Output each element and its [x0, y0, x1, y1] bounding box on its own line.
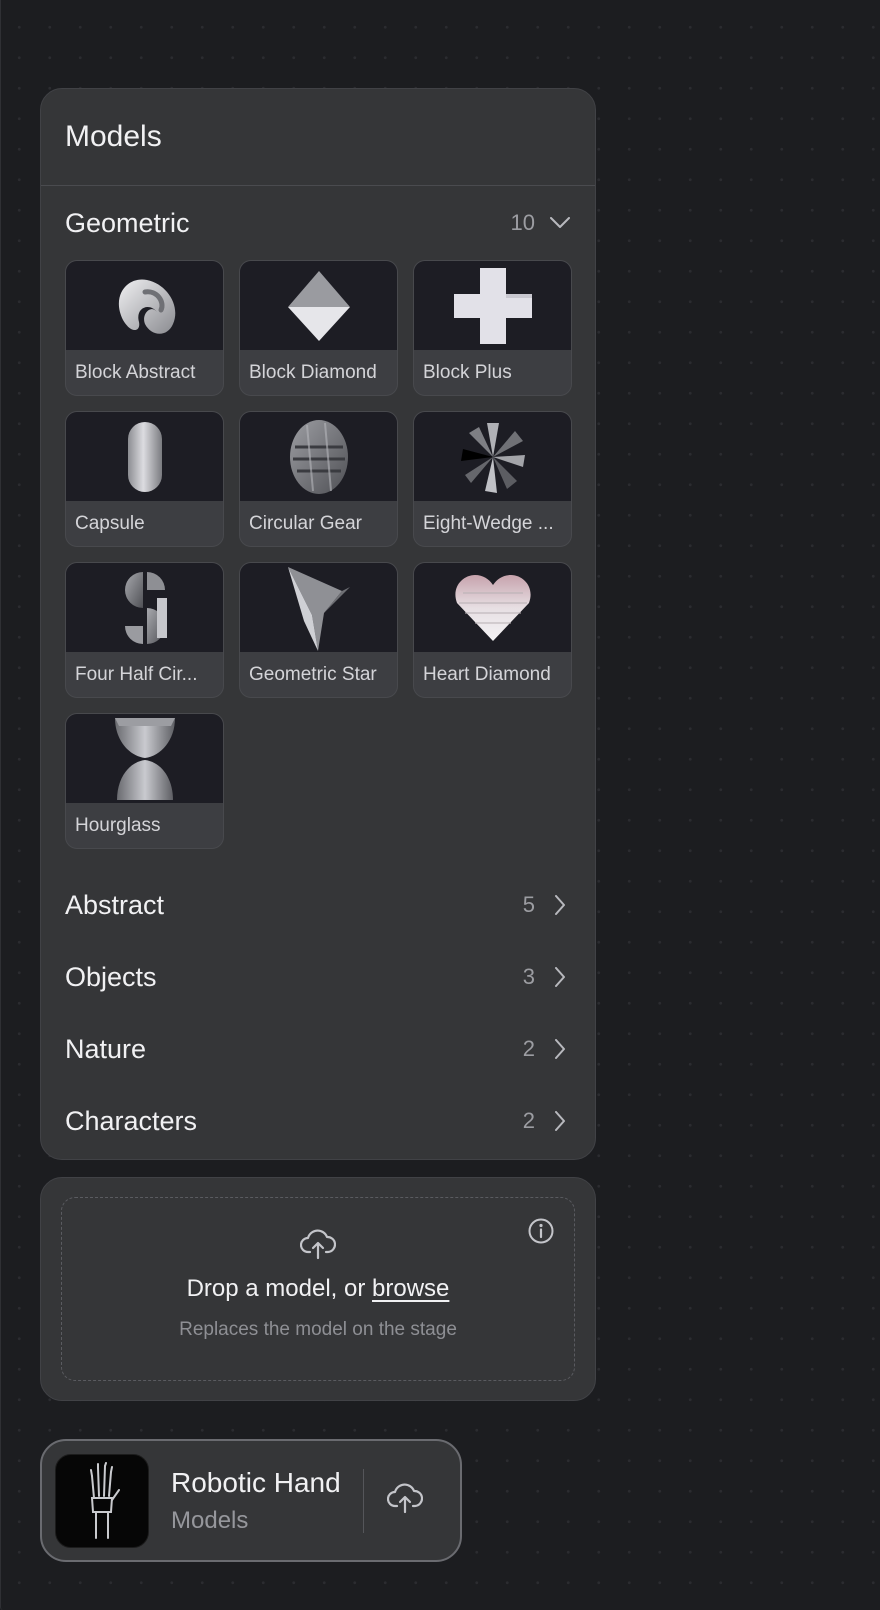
- category-name: Objects: [65, 961, 157, 992]
- model-card-geometric-star[interactable]: Geometric Star: [239, 562, 398, 698]
- model-thumbnail: [414, 563, 571, 652]
- current-model-category: Models: [171, 1506, 249, 1534]
- model-thumbnail: [414, 412, 571, 501]
- upload-button[interactable]: [364, 1460, 446, 1542]
- category-abstract[interactable]: Abstract 5: [41, 869, 595, 941]
- category-geometric[interactable]: Geometric 10: [41, 186, 595, 260]
- model-card-eight-wedge[interactable]: Eight-Wedge ...: [413, 411, 572, 547]
- drop-zone[interactable]: Drop a model, or browse Replaces the mod…: [61, 1197, 575, 1381]
- drop-text: Drop a model, or: [186, 1275, 373, 1302]
- category-count: 2: [522, 1036, 535, 1061]
- cloud-upload-icon: [299, 1228, 337, 1265]
- chevron-right-icon[interactable]: [549, 894, 571, 916]
- category-count: 2: [522, 1108, 535, 1133]
- category-characters[interactable]: Characters 2: [41, 1085, 595, 1157]
- model-card-hourglass[interactable]: Hourglass: [65, 713, 224, 849]
- model-card-four-half-circles[interactable]: Four Half Cir...: [65, 562, 224, 698]
- current-model-info: Robotic Hand Models: [171, 1467, 363, 1535]
- chevron-right-icon[interactable]: [549, 1110, 571, 1132]
- model-label: Geometric Star: [249, 664, 377, 685]
- model-thumbnail: [414, 261, 571, 350]
- model-label: Block Abstract: [75, 362, 196, 383]
- category-count: 5: [522, 892, 535, 917]
- model-label: Block Plus: [423, 362, 512, 383]
- browse-link[interactable]: browse: [372, 1275, 449, 1302]
- chevron-right-icon[interactable]: [549, 1038, 571, 1060]
- category-objects[interactable]: Objects 3: [41, 941, 595, 1013]
- info-icon[interactable]: [527, 1217, 555, 1245]
- window-edge: [0, 0, 3, 1610]
- model-thumbnail: [240, 261, 397, 350]
- model-thumbnail: [66, 412, 223, 501]
- panel-title: Models: [65, 120, 162, 153]
- chevron-right-icon[interactable]: [549, 966, 571, 988]
- current-model-card[interactable]: Robotic Hand Models: [40, 1439, 462, 1562]
- drop-instructions: Drop a model, or browse: [187, 1275, 450, 1303]
- models-panel: Models Geometric 10 Block Abstract Block…: [40, 88, 596, 1160]
- model-card-capsule[interactable]: Capsule: [65, 411, 224, 547]
- category-count: 10: [510, 210, 535, 235]
- panel-header: Models: [41, 89, 595, 186]
- model-label: Block Diamond: [249, 362, 377, 383]
- upload-panel: Drop a model, or browse Replaces the mod…: [40, 1177, 596, 1401]
- model-card-block-diamond[interactable]: Block Diamond: [239, 260, 398, 396]
- model-label: Four Half Cir...: [75, 664, 198, 685]
- model-card-block-abstract[interactable]: Block Abstract: [65, 260, 224, 396]
- category-name: Geometric: [65, 207, 190, 238]
- model-thumbnail: [240, 563, 397, 652]
- category-list: Abstract 5 Objects 3 Nature 2 Characters…: [41, 867, 595, 1157]
- category-count: 3: [522, 964, 535, 989]
- model-label: Heart Diamond: [423, 664, 551, 685]
- current-model-name: Robotic Hand: [171, 1466, 341, 1498]
- model-card-circular-gear[interactable]: Circular Gear: [239, 411, 398, 547]
- model-label: Circular Gear: [249, 513, 362, 534]
- category-nature[interactable]: Nature 2: [41, 1013, 595, 1085]
- category-name: Abstract: [65, 889, 165, 920]
- model-thumbnail: [66, 714, 223, 803]
- model-thumbnail: [66, 261, 223, 350]
- model-card-block-plus[interactable]: Block Plus: [413, 260, 572, 396]
- model-thumbnail: [240, 412, 397, 501]
- model-label: Capsule: [75, 513, 145, 534]
- category-name: Nature: [65, 1033, 147, 1064]
- chevron-down-icon[interactable]: [549, 212, 571, 234]
- model-grid: Block Abstract Block Diamond Block Plus: [41, 260, 595, 849]
- current-model-thumbnail: [55, 1453, 149, 1548]
- drop-subtext: Replaces the model on the stage: [179, 1319, 457, 1340]
- category-name: Characters: [65, 1105, 198, 1136]
- cloud-upload-icon: [386, 1482, 424, 1519]
- model-label: Hourglass: [75, 815, 161, 836]
- model-thumbnail: [66, 563, 223, 652]
- model-card-heart-diamond[interactable]: Heart Diamond: [413, 562, 572, 698]
- model-label: Eight-Wedge ...: [423, 513, 554, 534]
